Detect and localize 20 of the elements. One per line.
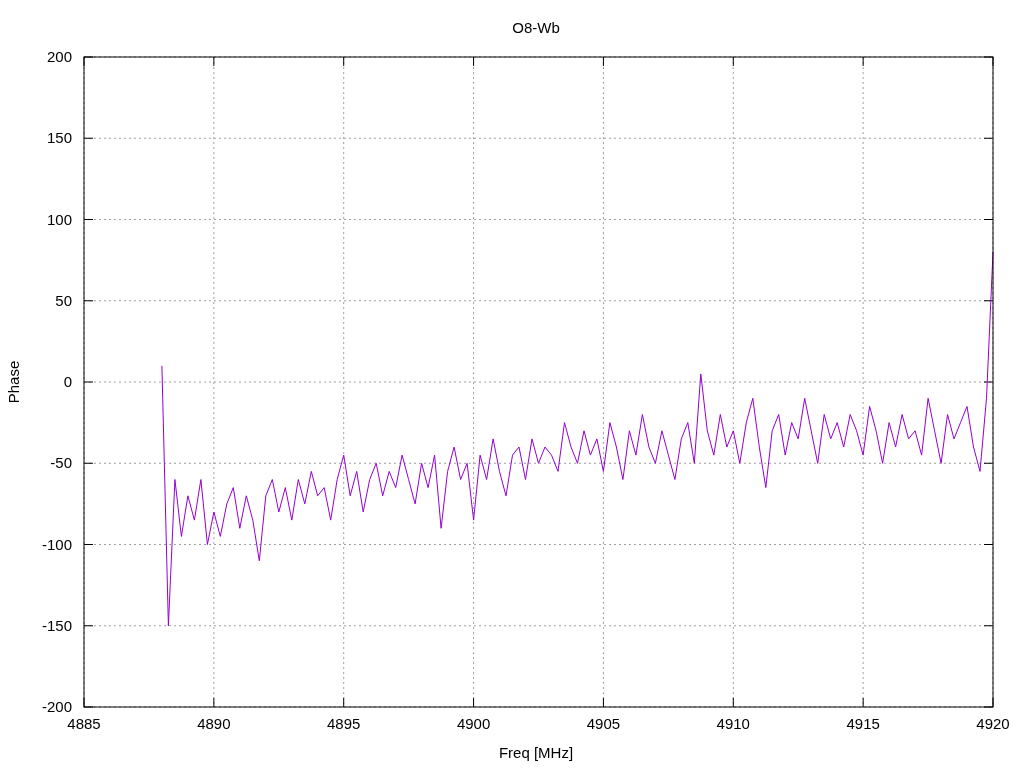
chart-title: O8-Wb [512, 19, 560, 36]
x-tick-label: 4885 [67, 715, 101, 732]
y-axis-label: Phase [5, 360, 22, 404]
y-tick-label: -50 [50, 454, 72, 472]
y-tick-label: 200 [46, 48, 72, 65]
y-tick-label: 150 [46, 129, 72, 147]
x-axis-label: Freq [MHz] [498, 744, 574, 761]
y-tick-label: 0 [63, 373, 72, 390]
y-tick-label: -200 [41, 698, 72, 715]
x-tick-label: 4910 [716, 715, 750, 732]
y-tick-label: 100 [46, 210, 72, 228]
y-tick-label: -150 [41, 616, 72, 634]
x-tick-label: 4890 [197, 715, 231, 732]
y-tick-label: 50 [55, 291, 72, 309]
x-tick-label: 4920 [976, 715, 1010, 732]
x-tick-label: 4900 [456, 715, 491, 732]
y-tick-label: -100 [41, 535, 72, 553]
x-tick-label: 4915 [846, 715, 880, 732]
x-tick-label: 4905 [586, 715, 621, 732]
x-tick-label: 4895 [327, 715, 361, 732]
